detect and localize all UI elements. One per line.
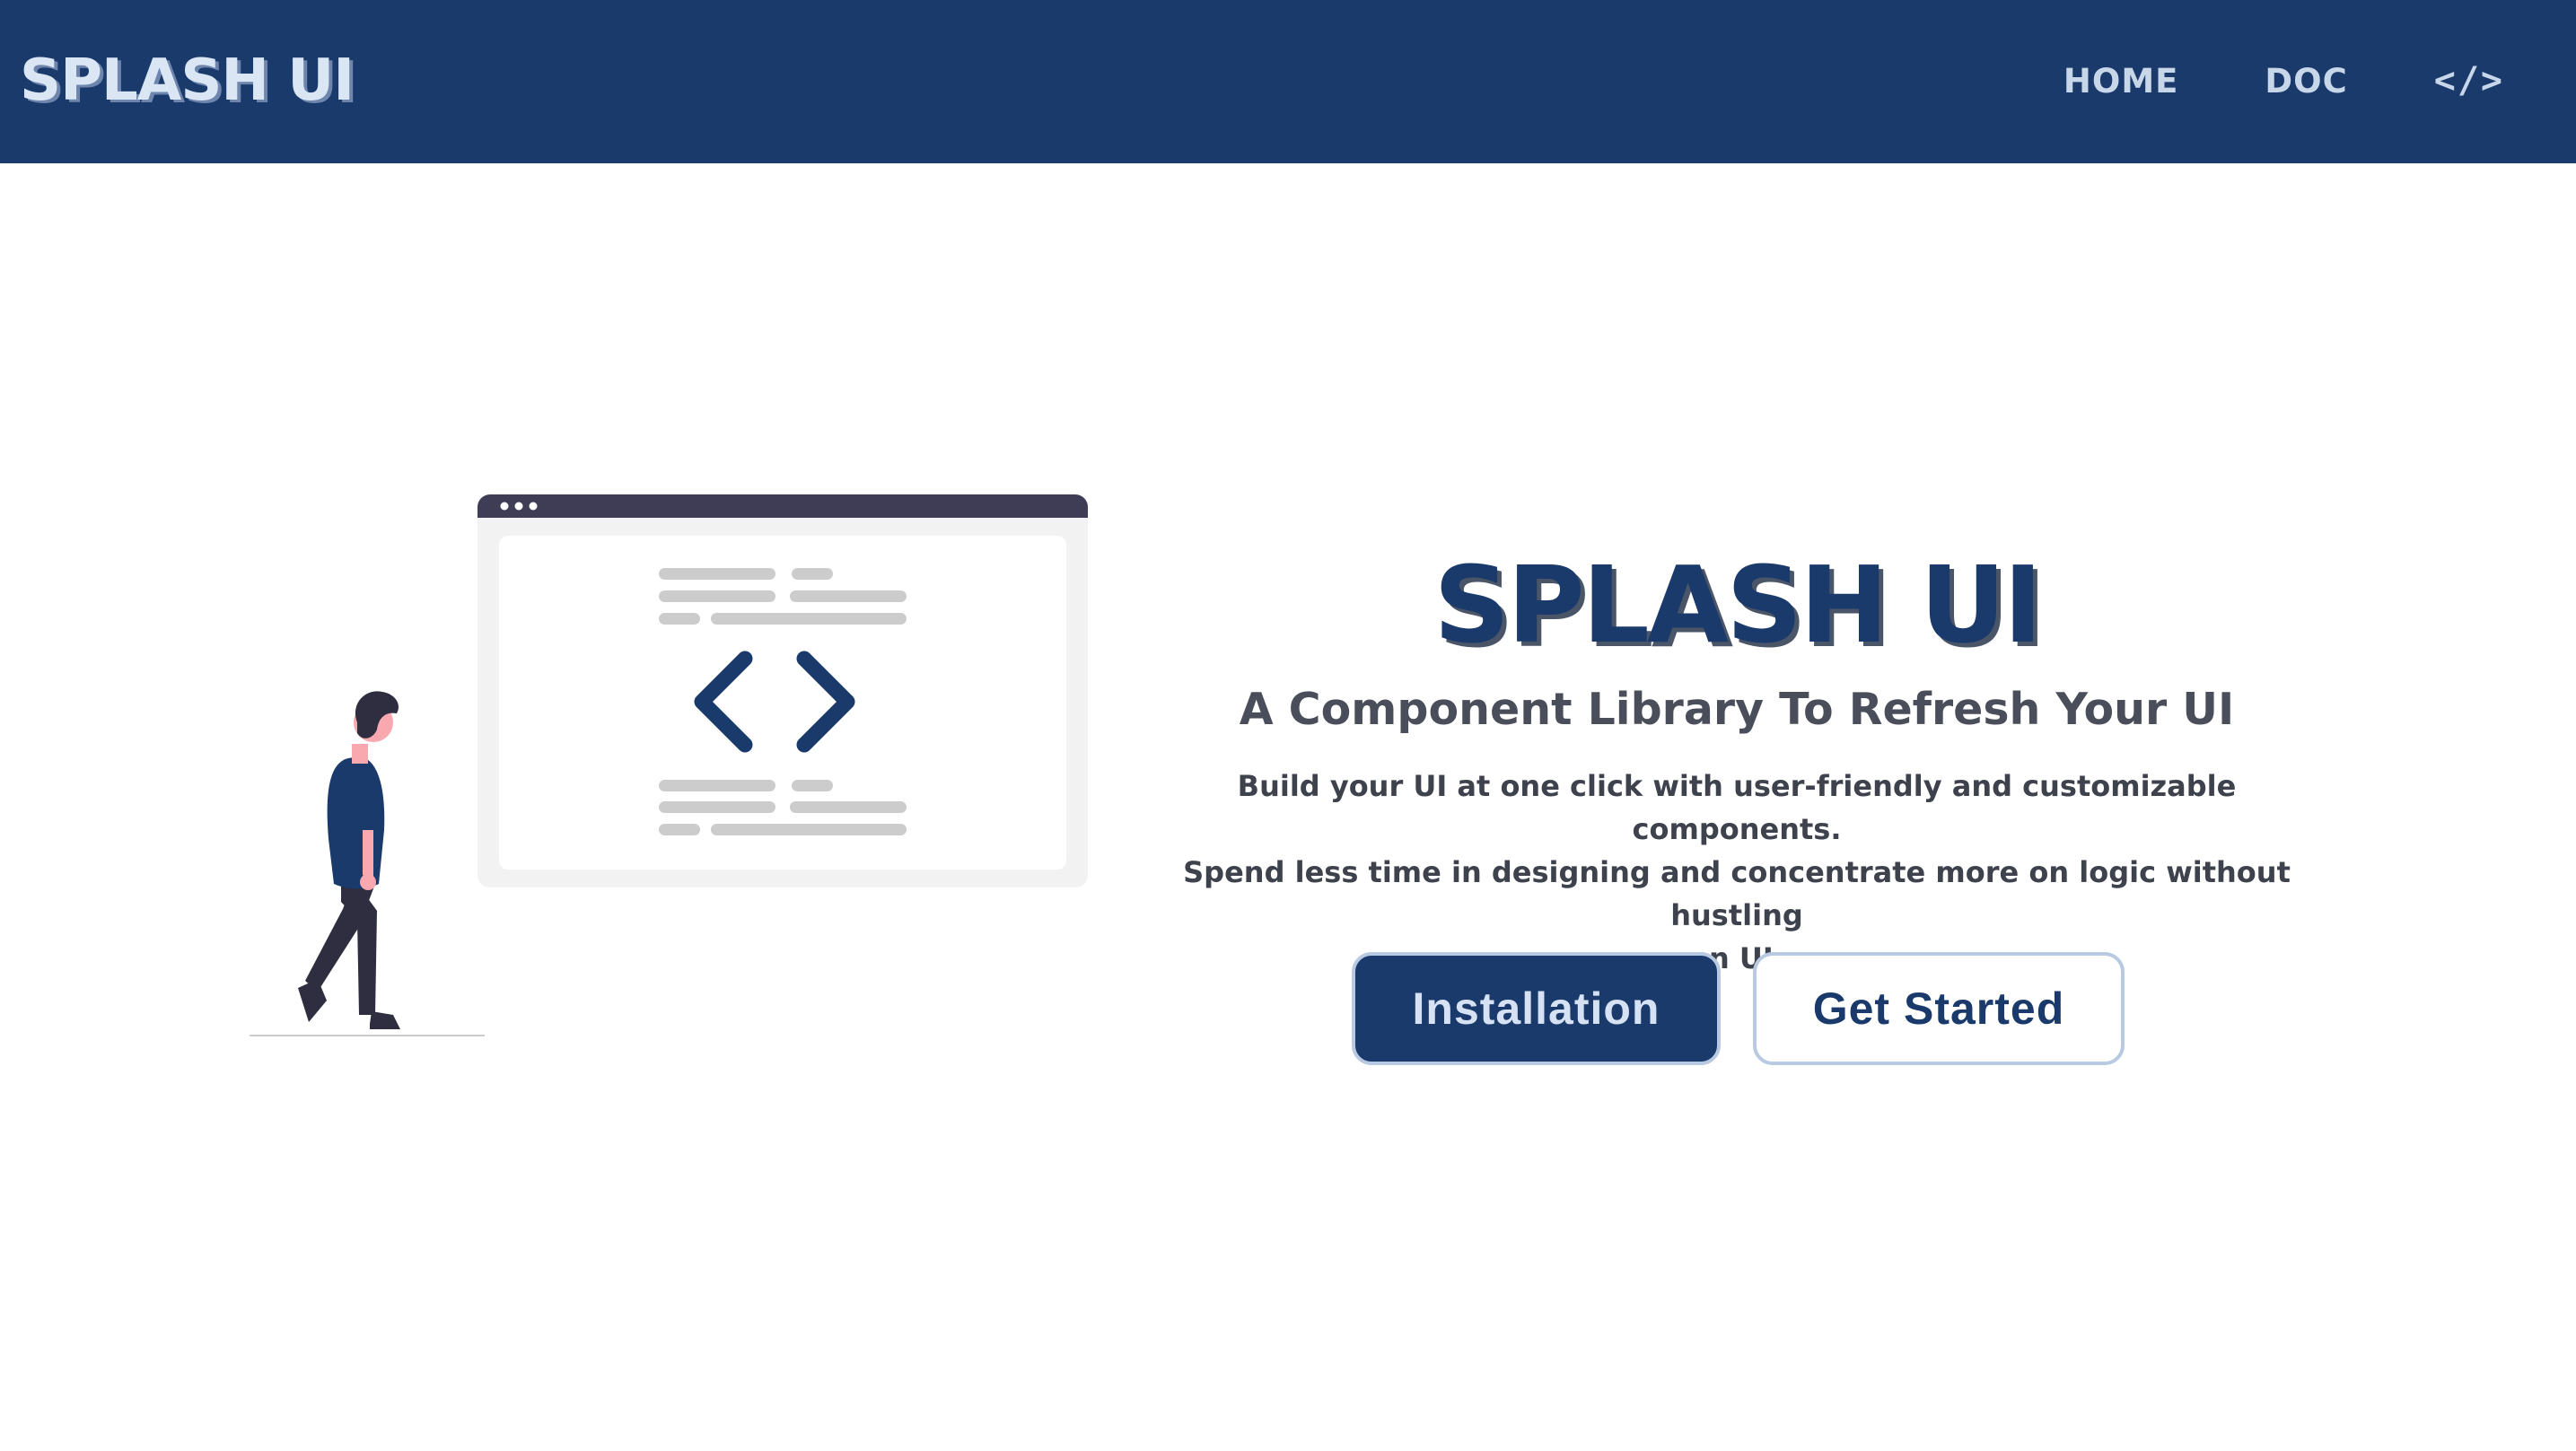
hero-description: Build your UI at one click with user-fri… (1167, 765, 2307, 980)
walking-person-code-window-illustration (250, 494, 1088, 1036)
hero-description-line: on UI. (1689, 941, 1784, 975)
browser-window (478, 494, 1088, 887)
get-started-button[interactable]: Get Started (1753, 952, 2125, 1065)
hero-description-line: Build your UI at one click with user-fri… (1237, 769, 2237, 846)
walking-person-figure (298, 691, 400, 1029)
hero-illustration (242, 489, 1095, 1045)
hero-subtitle: A Component Library To Refresh Your UI (1239, 683, 2235, 735)
installation-button[interactable]: Installation (1352, 952, 1721, 1065)
code-icon[interactable]: </> (2434, 60, 2504, 101)
nav-links: HOME DOC </> (2063, 54, 2504, 108)
hero-description-line: Spend less time in designing and concent… (1183, 855, 2291, 932)
brand-logo[interactable]: SPLASH UI (20, 45, 355, 117)
hero-title: SPLASH UI (1433, 543, 2043, 668)
nav-link-home[interactable]: HOME (2063, 62, 2179, 101)
top-navbar: SPLASH UI HOME DOC </> (0, 0, 2576, 163)
nav-link-doc[interactable]: DOC (2265, 62, 2347, 101)
